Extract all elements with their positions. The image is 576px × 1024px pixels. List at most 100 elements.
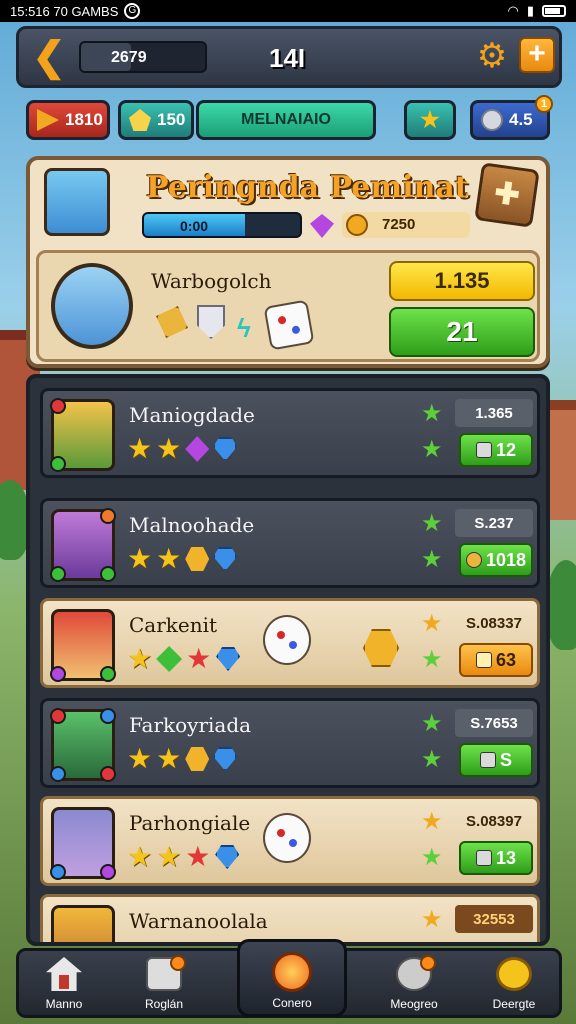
buy-button[interactable]: 1018: [459, 543, 533, 577]
resource-gem-counter[interactable]: 150: [118, 100, 194, 140]
star-badge-icon: ★: [420, 107, 440, 132]
gold-gem-icon: [363, 629, 399, 667]
buy-button[interactable]: S: [459, 743, 533, 777]
nav-dial[interactable]: Meogreo: [369, 955, 459, 1017]
featured-play-button[interactable]: 21: [389, 307, 535, 357]
rating-stars: ★ ★: [127, 743, 238, 774]
page-title: 14I: [269, 43, 306, 73]
red-star-icon: ★: [185, 841, 211, 872]
star-icon: ★: [127, 743, 153, 774]
list-item[interactable]: Farkoyriada ★ ★ ★ ★ S.7653 S: [40, 698, 540, 788]
star-icon: ★: [156, 543, 182, 574]
purple-gem-icon: [185, 436, 210, 462]
list-item[interactable]: Malnoohade ★ ★ ★ ★ S.237 1018: [40, 498, 540, 588]
blue-gem-icon: [216, 647, 241, 671]
bottom-nav: Manno Roglán Conero Meogreo Deergte: [16, 939, 562, 1018]
green-star-icon: ★: [421, 400, 443, 427]
star-icon: ★: [156, 743, 182, 774]
medal-icon: [496, 957, 532, 991]
featured-avatar: [44, 168, 110, 236]
resource-coin-counter[interactable]: 4.5 1: [470, 95, 553, 140]
featured-title: Peringnda Peminat: [146, 170, 469, 205]
featured-card[interactable]: Warbogolch ϟ 1.135 21: [36, 250, 540, 362]
gold-gem-icon: [185, 547, 210, 571]
buy-button[interactable]: 12: [459, 433, 533, 467]
notification-badge: 1: [535, 95, 553, 113]
featured-panel: Peringnda Peminat ✚ 0:00 7250 Warbogolch…: [26, 156, 550, 368]
progress-pill: 2679: [79, 41, 207, 73]
star-icon: ★: [127, 643, 153, 674]
gold-gem-icon: [185, 747, 210, 771]
player-name: Carkenit: [129, 613, 218, 637]
player-list: Maniogdade ★ ★ ★ ★ 1.365 12 Malnoohade ★…: [26, 374, 550, 946]
purple-dot-icon: [50, 666, 66, 682]
buy-button-label: 1018: [485, 549, 527, 570]
price-label: S.7653: [455, 709, 533, 737]
price-label: S.237: [455, 509, 533, 537]
player-name: Malnoohade: [129, 513, 255, 537]
add-button[interactable]: +: [519, 37, 555, 73]
crate-icon: [475, 850, 492, 866]
crate-icon: [475, 442, 492, 458]
list-item[interactable]: Carkenit ★ ★ ★ ★ S.08337 63: [40, 598, 540, 688]
green-dot-icon: [100, 566, 116, 582]
settings-button[interactable]: ⚙: [473, 37, 511, 75]
resource-gold-counter[interactable]: 1810: [26, 100, 110, 140]
featured-coin-value: 7250: [382, 216, 416, 233]
crate-icon: [479, 752, 496, 768]
player-avatar: [50, 807, 116, 880]
buy-button-label: S: [499, 749, 512, 770]
green-gem-icon: [156, 646, 183, 672]
resource-blue-value: 4.5: [509, 110, 533, 129]
list-item[interactable]: Parhongiale ★ ★ ★ ★ ★ S.08397 13: [40, 796, 540, 886]
background-house-right: [546, 400, 576, 520]
purple-dot-icon: [100, 864, 116, 880]
buy-button[interactable]: 13: [459, 841, 533, 875]
player-avatar: [50, 708, 116, 782]
nav-shop[interactable]: Roglán: [119, 955, 209, 1017]
price-label: 1.365: [455, 399, 533, 427]
card-pack-icon: ✚: [492, 176, 522, 213]
back-button[interactable]: ❮: [27, 35, 71, 79]
player-name: Maniogdade: [129, 403, 255, 427]
featured-bar-value: 0:00: [180, 218, 209, 234]
gold-star-icon: ★: [421, 610, 443, 637]
buy-button[interactable]: 63: [459, 643, 533, 677]
green-star-icon: ★: [421, 510, 443, 537]
green-star-icon: ★: [421, 436, 443, 463]
player-name: Parhongiale: [129, 811, 251, 835]
nav-center[interactable]: Conero: [237, 939, 347, 1017]
player-avatar: [50, 398, 115, 472]
player-avatar: [51, 905, 115, 942]
list-item[interactable]: Maniogdade ★ ★ ★ ★ 1.365 12: [40, 388, 540, 478]
dice-icon: [263, 299, 315, 351]
red-dot-icon: [50, 708, 66, 724]
star-icon: ★: [127, 841, 153, 872]
nav-medal[interactable]: Deergte: [469, 955, 559, 1017]
dice-icon: [263, 615, 311, 665]
price-label: S.08397: [466, 812, 522, 830]
gem-icon: [129, 109, 151, 131]
blue-gem-icon: [215, 845, 240, 869]
blue-dot-icon: [50, 766, 66, 782]
featured-value-button[interactable]: 1.135: [389, 261, 535, 301]
background-tree-right: [546, 560, 576, 650]
nav-home[interactable]: Manno: [19, 955, 109, 1017]
scroll-icon: [475, 652, 492, 668]
star-icon: ★: [156, 433, 182, 464]
coin-icon: [481, 109, 503, 131]
player-name: Warnanoolala: [129, 909, 268, 933]
red-dot-icon: [50, 398, 66, 414]
play-arrow-icon: [37, 109, 59, 131]
star-button[interactable]: ★: [404, 100, 456, 140]
center-banner-button[interactable]: MELNAIAIO: [196, 100, 376, 140]
orange-dot-icon: [100, 508, 116, 524]
buy-button-label: 13: [495, 847, 517, 868]
shield-icon: [197, 305, 225, 339]
plus-icon: +: [528, 37, 546, 70]
card-pack-button[interactable]: ✚: [474, 162, 540, 228]
green-dot-icon: [100, 666, 116, 682]
target-icon: [272, 952, 312, 992]
green-dot-icon: [50, 456, 66, 472]
nav-center-label: Conero: [272, 996, 312, 1010]
